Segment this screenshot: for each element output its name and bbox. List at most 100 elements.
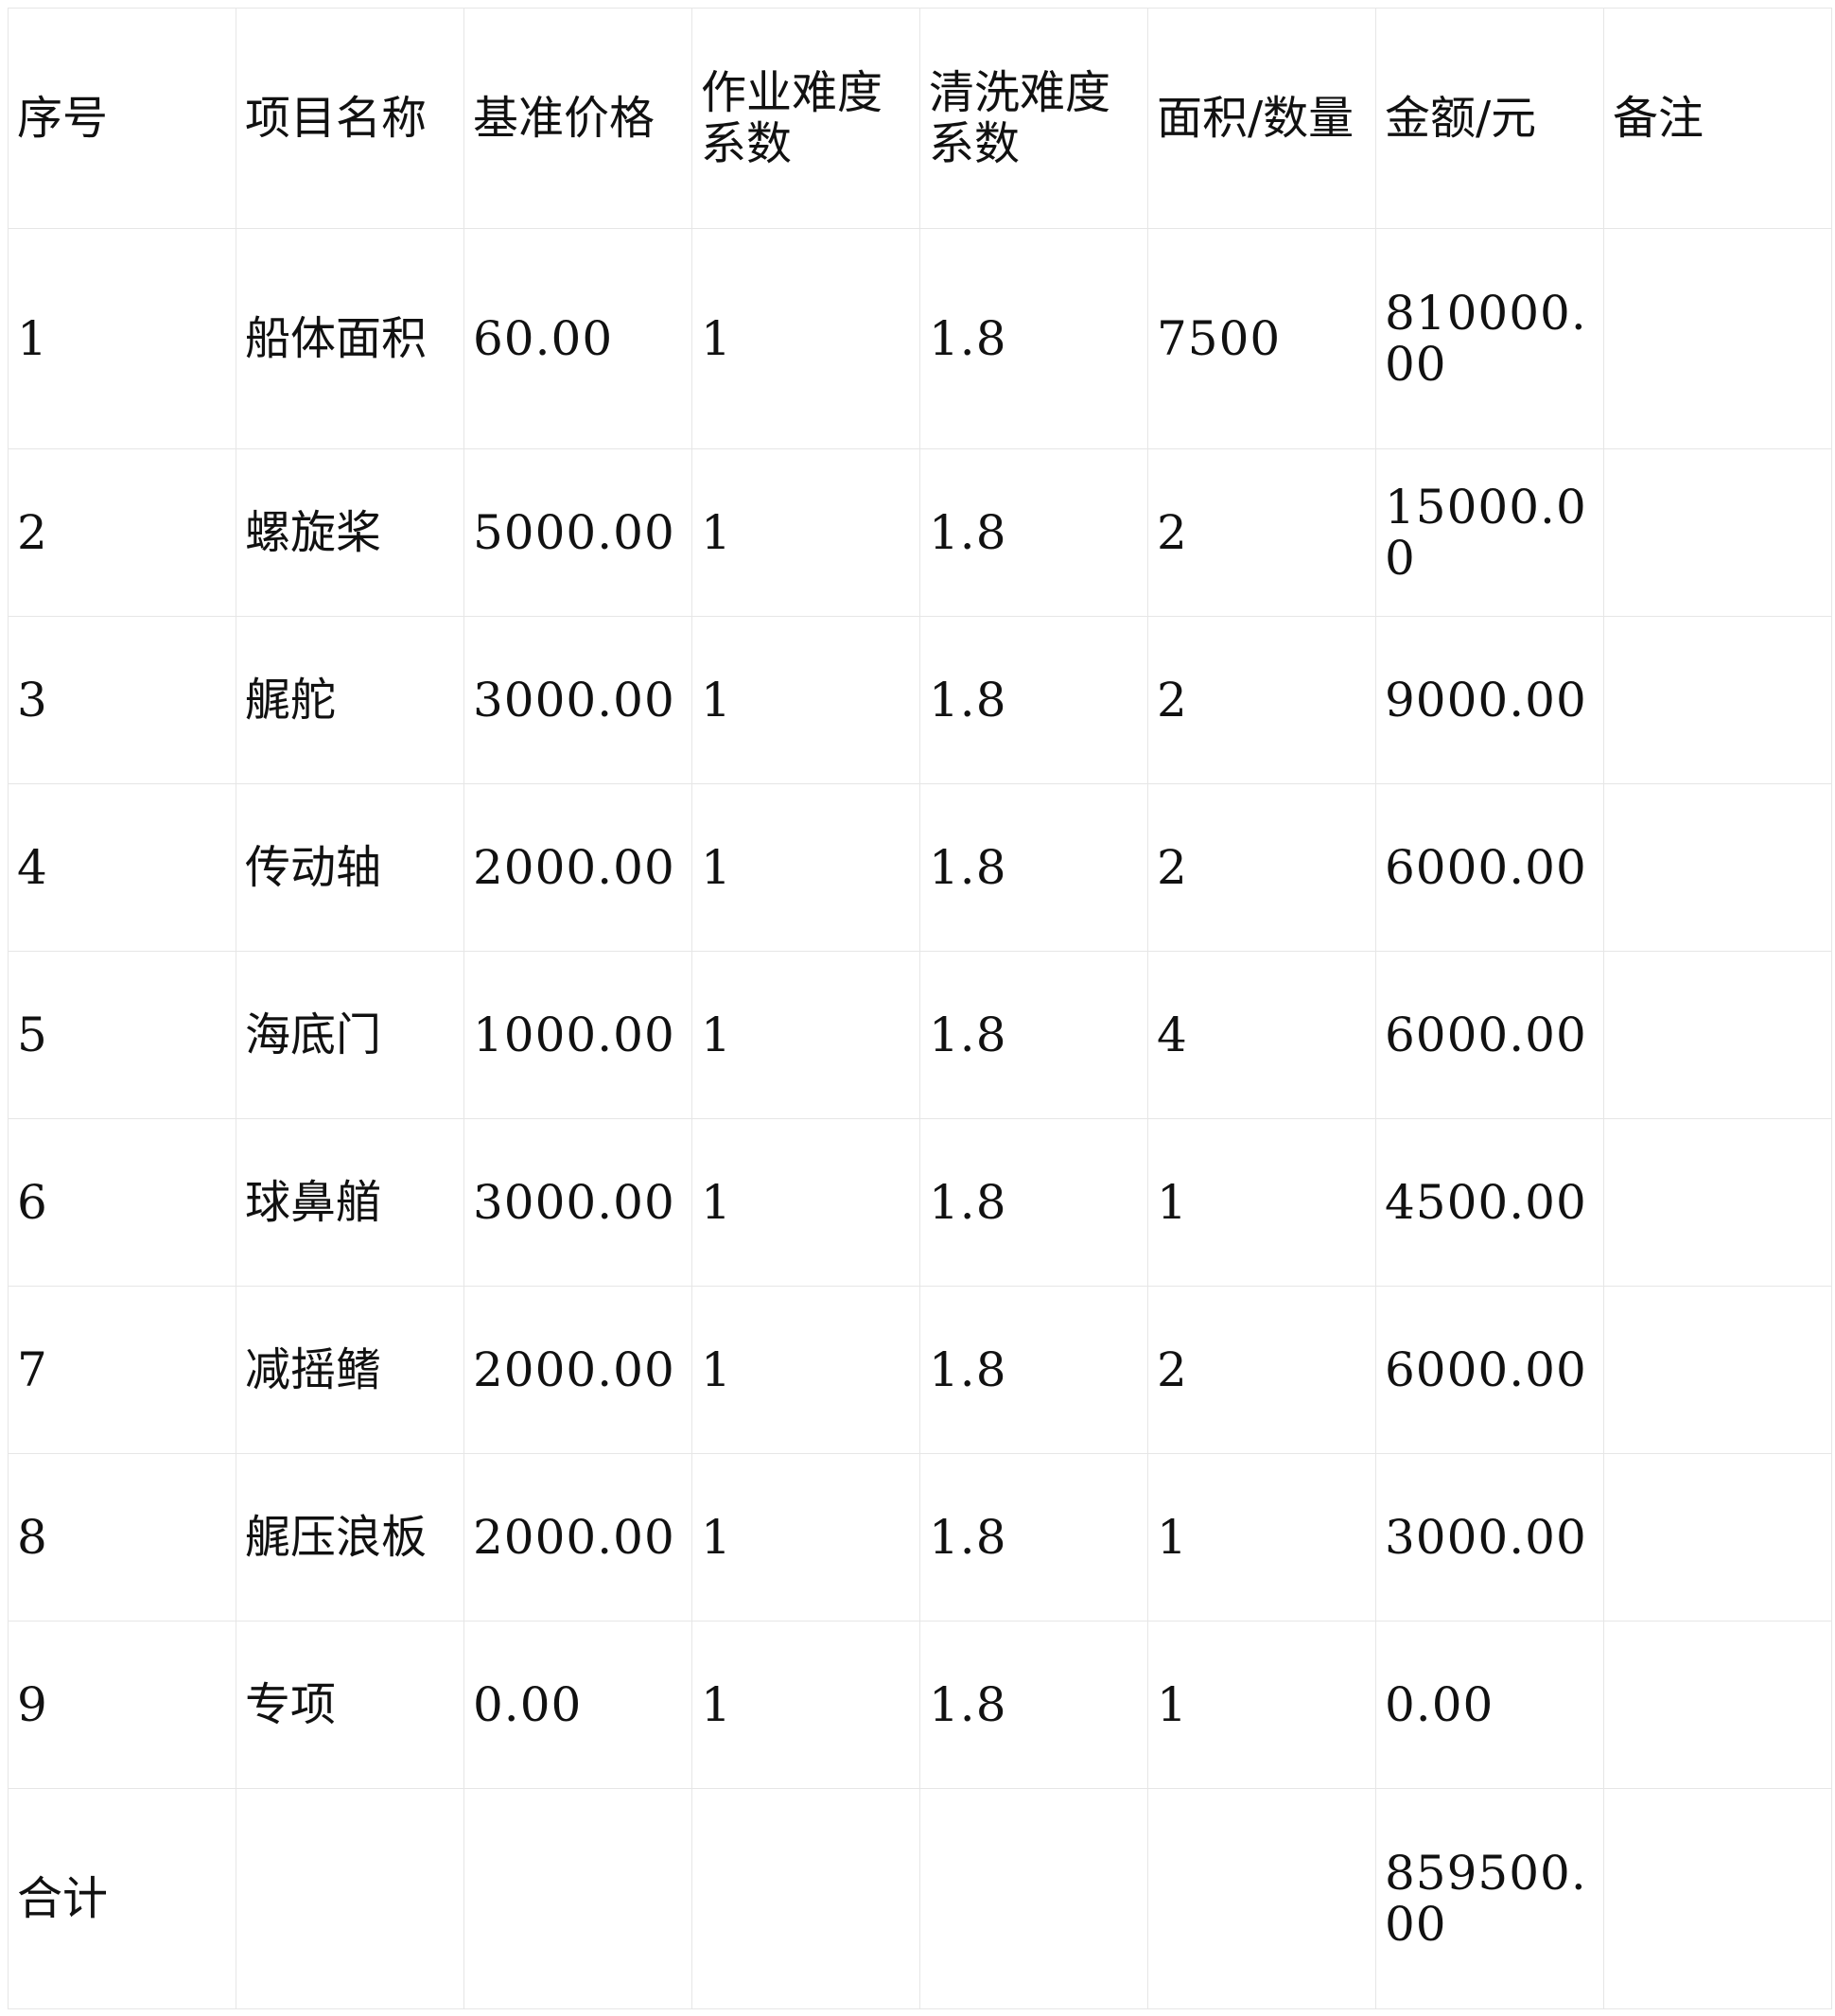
cell-index: 8 [8, 1453, 236, 1622]
cell-cleaning-difficulty: 1.8 [919, 1118, 1148, 1287]
cell-area-quantity: 4 [1147, 951, 1376, 1119]
quotation-sheet: 序号 项目名称 基准价格 作业难度系数 清洗难度系数 面积/数量 金额/元 备注… [8, 8, 1832, 2009]
cell-item-name: 海底门 [236, 951, 464, 1119]
cell-work-difficulty: 1 [691, 448, 920, 617]
header-work-difficulty: 作业难度系数 [691, 8, 920, 229]
cell-work-difficulty: 1 [691, 616, 920, 784]
table-row: 6 球鼻艏 3000.00 1 1.8 1 4500.00 [8, 1118, 1832, 1287]
cell-work-difficulty: 1 [691, 1118, 920, 1287]
cell-base-price: 1000.00 [463, 951, 692, 1119]
cell-work-difficulty: 1 [691, 951, 920, 1119]
header-cleaning-difficulty: 清洗难度系数 [919, 8, 1148, 229]
cell-area-quantity: 2 [1147, 783, 1376, 952]
total-amount: 859500.00 [1375, 1788, 1604, 2009]
cell-base-price: 3000.00 [463, 1118, 692, 1287]
cell-remark [1603, 1621, 1832, 1789]
cell-remark [1603, 616, 1832, 784]
cell-work-difficulty: 1 [691, 783, 920, 952]
cell-amount: 6000.00 [1375, 783, 1604, 952]
cell-amount: 6000.00 [1375, 951, 1604, 1119]
cell-remark [1603, 783, 1832, 952]
cell-area-quantity: 2 [1147, 616, 1376, 784]
cell-cleaning-difficulty: 1.8 [919, 1621, 1148, 1789]
cell-remark [1603, 951, 1832, 1119]
cell-item-name: 减摇鳍 [236, 1286, 464, 1454]
cell-cleaning-difficulty: 1.8 [919, 1286, 1148, 1454]
cell-cleaning-difficulty: 1.8 [919, 616, 1148, 784]
cell-remark [1603, 448, 1832, 617]
cell-item-name: 船体面积 [236, 228, 464, 449]
header-remark: 备注 [1603, 8, 1832, 229]
cell-area-quantity: 1 [1147, 1118, 1376, 1287]
cell-amount: 810000.00 [1375, 228, 1604, 449]
total-empty-cell [236, 1788, 464, 2009]
total-remark [1603, 1788, 1832, 2009]
cell-work-difficulty: 1 [691, 1621, 920, 1789]
cell-item-name: 球鼻艏 [236, 1118, 464, 1287]
cell-index: 3 [8, 616, 236, 784]
table-row: 3 艉舵 3000.00 1 1.8 2 9000.00 [8, 616, 1832, 784]
cell-base-price: 3000.00 [463, 616, 692, 784]
cell-area-quantity: 2 [1147, 1286, 1376, 1454]
total-empty-cell [691, 1788, 920, 2009]
cell-base-price: 60.00 [463, 228, 692, 449]
cell-item-name: 艉压浪板 [236, 1453, 464, 1622]
header-base-price: 基准价格 [463, 8, 692, 229]
cell-base-price: 2000.00 [463, 1286, 692, 1454]
cell-index: 2 [8, 448, 236, 617]
cell-amount: 9000.00 [1375, 616, 1604, 784]
table-row: 5 海底门 1000.00 1 1.8 4 6000.00 [8, 951, 1832, 1119]
cell-item-name: 螺旋桨 [236, 448, 464, 617]
cell-area-quantity: 1 [1147, 1453, 1376, 1622]
cell-amount: 3000.00 [1375, 1453, 1604, 1622]
cell-work-difficulty: 1 [691, 1286, 920, 1454]
total-empty-cell [463, 1788, 692, 2009]
header-item-name: 项目名称 [236, 8, 464, 229]
cell-item-name: 艉舵 [236, 616, 464, 784]
total-empty-cell [1147, 1788, 1376, 2009]
total-row: 合计 859500.00 [8, 1788, 1832, 2009]
total-empty-cell [919, 1788, 1148, 2009]
cell-base-price: 5000.00 [463, 448, 692, 617]
cell-item-name: 传动轴 [236, 783, 464, 952]
cell-base-price: 2000.00 [463, 1453, 692, 1622]
cell-area-quantity: 1 [1147, 1621, 1376, 1789]
cell-amount: 15000.00 [1375, 448, 1604, 617]
table-row: 9 专项 0.00 1 1.8 1 0.00 [8, 1621, 1832, 1789]
cell-amount: 0.00 [1375, 1621, 1604, 1789]
cell-base-price: 0.00 [463, 1621, 692, 1789]
total-label: 合计 [8, 1788, 236, 2009]
table-row: 2 螺旋桨 5000.00 1 1.8 2 15000.00 [8, 448, 1832, 617]
table-row: 7 减摇鳍 2000.00 1 1.8 2 6000.00 [8, 1286, 1832, 1454]
header-row: 序号 项目名称 基准价格 作业难度系数 清洗难度系数 面积/数量 金额/元 备注 [8, 8, 1832, 229]
cell-remark [1603, 228, 1832, 449]
table-row: 1 船体面积 60.00 1 1.8 7500 810000.00 [8, 228, 1832, 449]
cell-index: 7 [8, 1286, 236, 1454]
cell-remark [1603, 1453, 1832, 1622]
table-row: 4 传动轴 2000.00 1 1.8 2 6000.00 [8, 783, 1832, 952]
header-amount: 金额/元 [1375, 8, 1604, 229]
cell-cleaning-difficulty: 1.8 [919, 951, 1148, 1119]
cell-cleaning-difficulty: 1.8 [919, 783, 1148, 952]
header-area-quantity: 面积/数量 [1147, 8, 1376, 229]
cell-cleaning-difficulty: 1.8 [919, 1453, 1148, 1622]
cell-index: 6 [8, 1118, 236, 1287]
cell-cleaning-difficulty: 1.8 [919, 448, 1148, 617]
table-row: 8 艉压浪板 2000.00 1 1.8 1 3000.00 [8, 1453, 1832, 1622]
cell-cleaning-difficulty: 1.8 [919, 228, 1148, 449]
cell-work-difficulty: 1 [691, 228, 920, 449]
cell-item-name: 专项 [236, 1621, 464, 1789]
cell-amount: 4500.00 [1375, 1118, 1604, 1287]
cell-index: 1 [8, 228, 236, 449]
cell-area-quantity: 2 [1147, 448, 1376, 617]
cell-area-quantity: 7500 [1147, 228, 1376, 449]
cell-index: 5 [8, 951, 236, 1119]
cell-work-difficulty: 1 [691, 1453, 920, 1622]
cleaning-quotation-table: 序号 项目名称 基准价格 作业难度系数 清洗难度系数 面积/数量 金额/元 备注… [8, 8, 1832, 2009]
header-index: 序号 [8, 8, 236, 229]
cell-remark [1603, 1286, 1832, 1454]
cell-index: 9 [8, 1621, 236, 1789]
cell-base-price: 2000.00 [463, 783, 692, 952]
cell-remark [1603, 1118, 1832, 1287]
cell-index: 4 [8, 783, 236, 952]
